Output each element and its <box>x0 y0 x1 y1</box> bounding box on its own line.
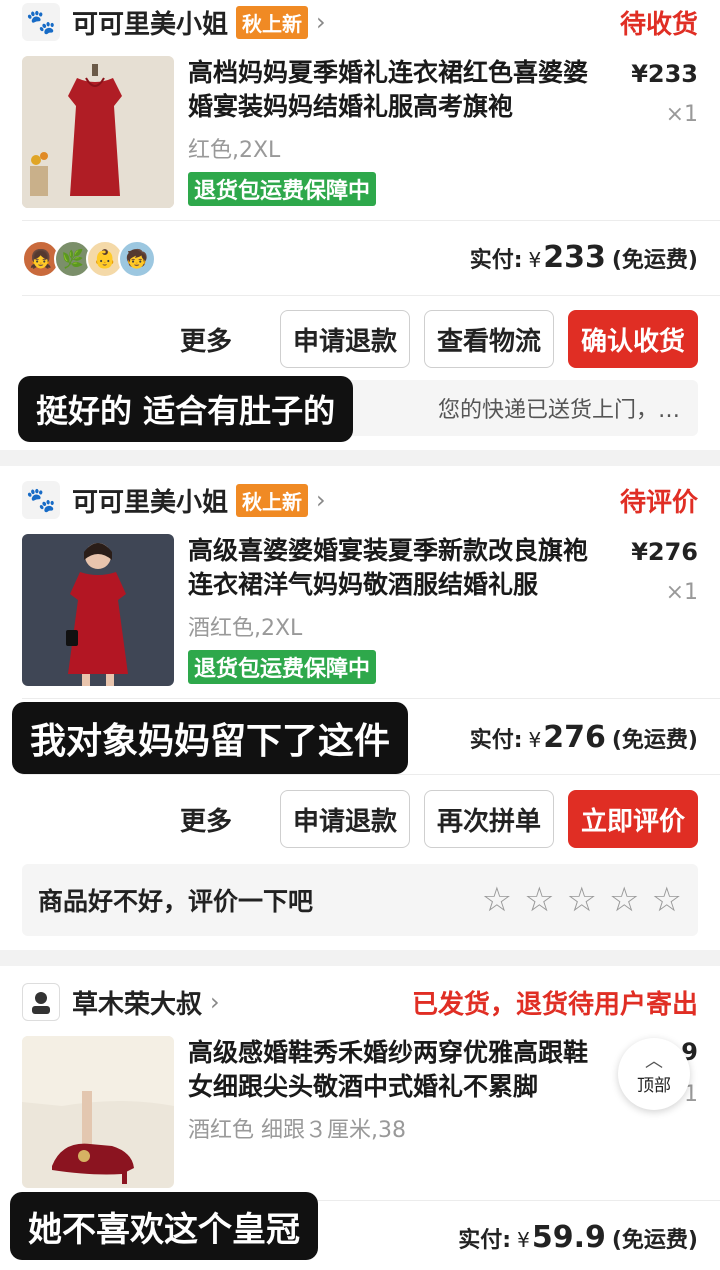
buyer-avatars: 👧 🌿 👶 🧒 <box>22 240 156 278</box>
paid-value: 276 <box>543 720 606 755</box>
paid-amount: 实付: ¥ 276 (免运费) <box>470 720 698 755</box>
order-header[interactable]: 草木荣大叔 › 已发货，退货待用户寄出 <box>22 980 698 1024</box>
freight-note: (免运费) <box>611 728 698 753</box>
freight-note: (免运费) <box>611 248 698 273</box>
paid-amount: 实付: ¥ 233 (免运费) <box>470 240 698 275</box>
back-to-top-button[interactable]: ︿ 顶部 <box>618 1038 690 1110</box>
caption-overlay: 她不喜欢这个皇冠 <box>10 1192 318 1260</box>
product-image[interactable] <box>22 56 174 208</box>
product-title[interactable]: 高档妈妈夏季婚礼连衣裙红色喜婆婆婚宴装妈妈结婚礼服高考旗袍 <box>188 56 598 124</box>
chevron-right-icon: › <box>210 988 220 1016</box>
star-rating: ☆ ☆ ☆ ☆ ☆ <box>482 883 682 917</box>
paid-label: 实付: <box>469 248 523 273</box>
return-guarantee-badge: 退货包运费保障中 <box>188 172 377 206</box>
shop-name[interactable]: 可可里美小姐 <box>72 482 228 519</box>
shop-logo-icon <box>22 983 60 1021</box>
paid-value: 59.9 <box>531 1220 606 1255</box>
divider <box>22 774 720 775</box>
quantity: ×1 <box>665 102 698 127</box>
red-heel-shoe-image <box>22 1036 174 1188</box>
new-arrival-tag: 秋上新 <box>236 5 309 39</box>
order-header[interactable]: 🐾 可可里美小姐 秋上新 › 待评价 <box>22 478 698 522</box>
product-spec: 红色,2XL <box>188 138 281 163</box>
order-status: 待收货 <box>619 9 698 40</box>
product-image[interactable] <box>22 534 174 686</box>
chevron-right-icon: › <box>316 8 326 36</box>
new-arrival-tag: 秋上新 <box>236 483 309 517</box>
track-shipment-button[interactable]: 查看物流 <box>423 310 554 368</box>
return-guarantee-badge: 退货包运费保障中 <box>188 650 377 684</box>
star-icon[interactable]: ☆ <box>524 883 554 917</box>
paid-amount: 实付: ¥ 59.9 (免运费) <box>458 1220 698 1255</box>
currency-symbol: ¥ <box>517 1228 530 1252</box>
caption-overlay: 我对象妈妈留下了这件 <box>12 702 409 774</box>
back-to-top-label: 顶部 <box>637 1075 671 1096</box>
paid-value: 233 <box>543 240 606 275</box>
model-red-dress-image <box>22 534 174 686</box>
divider <box>22 295 720 296</box>
currency-symbol: ¥ <box>528 728 542 752</box>
reorder-button[interactable]: 再次拼单 <box>423 790 554 848</box>
shop-name[interactable]: 草木荣大叔 <box>72 984 202 1021</box>
rating-prompt: 商品好不好，评价一下吧 ☆ ☆ ☆ ☆ ☆ <box>22 864 698 936</box>
order-header[interactable]: 🐾 可可里美小姐 秋上新 › 待收货 <box>22 0 698 44</box>
order-status: 已发货，退货待用户寄出 <box>411 989 698 1020</box>
refund-button[interactable]: 申请退款 <box>279 310 410 368</box>
more-button[interactable]: 更多 <box>180 801 232 838</box>
product-title[interactable]: 高级喜婆婆婚宴装夏季新款改良旗袍连衣裙洋气妈妈敬酒服结婚礼服 <box>188 534 598 602</box>
freight-note: (免运费) <box>611 1228 698 1253</box>
unit-price: ¥276 <box>631 538 698 566</box>
paw-logo-icon: 🐾 <box>22 481 60 519</box>
product-image[interactable] <box>22 1036 174 1188</box>
product-spec: 酒红色 细跟３厘米,38 <box>188 1118 406 1143</box>
caption-overlay: 挺好的 适合有肚子的 <box>18 376 354 442</box>
chevron-up-icon: ︿ <box>645 1050 663 1072</box>
paid-label: 实付: <box>469 728 523 753</box>
product-title[interactable]: 高级感婚鞋秀禾婚纱两穿优雅高跟鞋女细跟尖头敬酒中式婚礼不累脚 <box>188 1036 598 1104</box>
rating-prompt-text: 商品好不好，评价一下吧 <box>38 887 314 916</box>
review-now-button[interactable]: 立即评价 <box>567 790 698 848</box>
orders-page: 🐾 可可里美小姐 秋上新 › 待收货 高档妈妈夏季婚礼连衣裙红色喜婆婆婚宴装妈妈… <box>0 0 720 1270</box>
quantity: ×1 <box>665 580 698 605</box>
portrait-logo-icon <box>32 992 50 1014</box>
confirm-receipt-button[interactable]: 确认收货 <box>567 310 698 368</box>
star-icon[interactable]: ☆ <box>482 883 512 917</box>
star-icon[interactable]: ☆ <box>567 883 597 917</box>
red-dress-image <box>22 56 174 208</box>
refund-button[interactable]: 申请退款 <box>279 790 410 848</box>
divider <box>22 698 720 699</box>
more-button[interactable]: 更多 <box>180 321 232 358</box>
currency-symbol: ¥ <box>528 248 542 272</box>
avatar: 🧒 <box>118 240 156 278</box>
product-spec: 酒红色,2XL <box>188 616 303 641</box>
order-actions: 更多 申请退款 再次拼单 立即评价 <box>180 790 698 848</box>
unit-price: ¥233 <box>631 60 698 88</box>
star-icon[interactable]: ☆ <box>652 883 682 917</box>
paid-label: 实付: <box>458 1228 512 1253</box>
paw-logo-icon: 🐾 <box>22 3 60 41</box>
star-icon[interactable]: ☆ <box>609 883 639 917</box>
chevron-right-icon: › <box>316 486 326 514</box>
divider <box>22 220 720 221</box>
order-actions: 更多 申请退款 查看物流 确认收货 <box>180 310 698 368</box>
shop-name[interactable]: 可可里美小姐 <box>72 4 228 41</box>
order-status: 待评价 <box>619 487 698 518</box>
